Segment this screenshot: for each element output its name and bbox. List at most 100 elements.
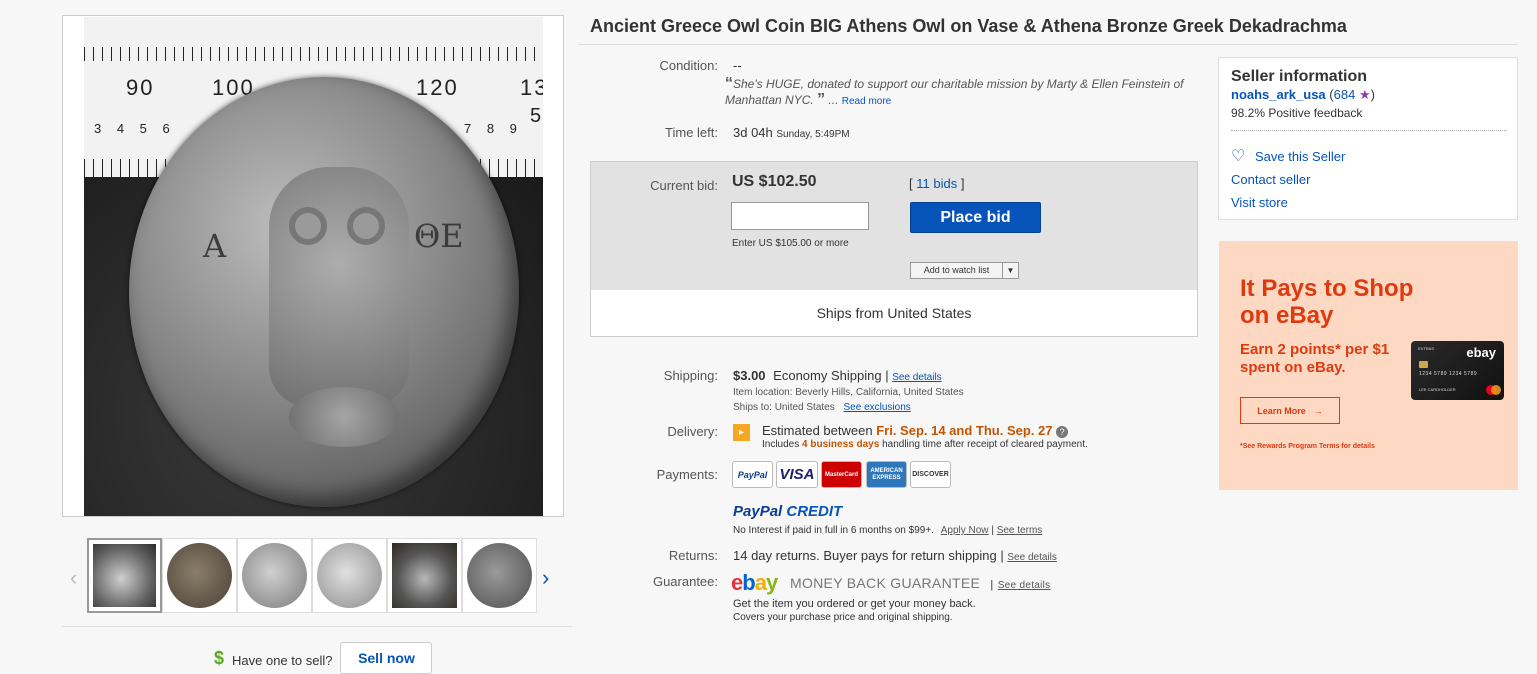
ruler-number: 120 bbox=[416, 75, 459, 100]
visit-store-link[interactable]: Visit store bbox=[1231, 195, 1288, 210]
paypal-logo-icon: PayPal bbox=[732, 461, 773, 488]
heart-icon[interactable]: ♡ bbox=[1231, 148, 1245, 165]
chevron-right-icon[interactable]: › bbox=[542, 565, 549, 591]
bids-history-link[interactable]: 11 bids bbox=[916, 176, 957, 191]
thumbnail[interactable] bbox=[462, 538, 537, 613]
current-bid-value: US $102.50 bbox=[732, 173, 817, 190]
end-time: Sunday, 5:49PM bbox=[776, 129, 850, 140]
main-product-image[interactable]: 90 100 120 13 3 4 5 6 7 8 9 5 Α ΘΕ bbox=[84, 17, 543, 516]
delivery-estimate: Estimated between Fri. Sep. 14 and Thu. … bbox=[762, 423, 1069, 438]
contact-seller-link[interactable]: Contact seller bbox=[1231, 172, 1310, 187]
bid-box: Current bid: US $102.50 Enter US $105.00… bbox=[590, 161, 1198, 337]
listing-title: Ancient Greece Owl Coin BIG Athens Owl o… bbox=[590, 16, 1347, 36]
seller-name-link[interactable]: noahs_ark_usa bbox=[1231, 87, 1326, 102]
read-more-link[interactable]: Read more bbox=[842, 96, 891, 107]
positive-feedback: 98.2% Positive feedback bbox=[1231, 106, 1363, 120]
amphora-relief bbox=[289, 387, 399, 447]
seller-info-panel: Seller information noahs_ark_usa (684 ★)… bbox=[1218, 57, 1518, 220]
divider bbox=[62, 626, 572, 627]
watch-list-label[interactable]: Add to watch list bbox=[911, 263, 1002, 278]
bid-amount-input[interactable] bbox=[731, 202, 869, 230]
ebay-logo-icon: ebay bbox=[731, 570, 778, 595]
shipping-label: Shipping: bbox=[663, 368, 718, 383]
thumbnail[interactable] bbox=[237, 538, 312, 613]
visa-logo-icon: VISA bbox=[776, 461, 818, 488]
current-bid-label: Current bid: bbox=[650, 178, 718, 193]
place-bid-button[interactable]: Place bid bbox=[910, 202, 1041, 233]
help-icon[interactable]: ? bbox=[1056, 425, 1069, 438]
seller-note-text: She's HUGE, donated to support our chari… bbox=[725, 77, 1184, 107]
shipping-details-link[interactable]: See details bbox=[892, 372, 941, 383]
bid-count: [ 11 bids ] bbox=[909, 176, 965, 191]
divider bbox=[578, 44, 1518, 45]
paypal-credit-info: No Interest if paid in full in 6 months … bbox=[733, 525, 1043, 536]
thumbnail[interactable] bbox=[312, 538, 387, 613]
see-exclusions-link[interactable]: See exclusions bbox=[844, 402, 911, 413]
coin-inscription: Α bbox=[203, 227, 227, 265]
returns-details-link[interactable]: See details bbox=[1007, 552, 1056, 563]
ebay-card-logo: ebay bbox=[1466, 345, 1496, 360]
mastercard-logo-icon: MasterCard bbox=[821, 461, 862, 488]
item-location: Item location: Beverly Hills, California… bbox=[733, 387, 964, 398]
time-left-label: Time left: bbox=[665, 125, 718, 140]
main-image-frame[interactable]: 90 100 120 13 3 4 5 6 7 8 9 5 Α ΘΕ bbox=[62, 15, 564, 517]
amex-logo-icon: AMERICAN EXPRESS bbox=[866, 461, 907, 488]
shipping-method: Economy Shipping bbox=[773, 368, 882, 383]
condition-label: Condition: bbox=[659, 58, 718, 73]
handling-time: Includes 4 business days handling time a… bbox=[762, 439, 1088, 450]
rewards-ad[interactable]: It Pays to Shop on eBay Earn 2 points* p… bbox=[1219, 241, 1518, 490]
ruler-number: 5 bbox=[530, 105, 543, 127]
ruler-small-numbers: 7 8 9 bbox=[464, 121, 523, 136]
min-bid-hint: Enter US $105.00 or more bbox=[732, 238, 849, 249]
time-left-value: 3d 04h bbox=[733, 125, 773, 140]
ruler-small-numbers: 3 4 5 6 bbox=[94, 121, 176, 136]
thumbnail[interactable] bbox=[387, 538, 462, 613]
discover-logo-icon: DISCOVER bbox=[910, 461, 951, 488]
seller-heading: Seller information bbox=[1231, 68, 1368, 85]
flag-icon: ▸ bbox=[733, 424, 750, 441]
save-seller[interactable]: ♡ Save this Seller bbox=[1231, 146, 1345, 166]
time-left: 3d 04h Sunday, 5:49PM bbox=[733, 125, 850, 140]
ruler-number: 13 bbox=[520, 75, 543, 100]
seller-note: “She's HUGE, donated to support our char… bbox=[725, 75, 1184, 108]
ad-fine-print: *See Rewards Program Terms for details bbox=[1240, 443, 1375, 450]
dollar-icon: $ bbox=[214, 647, 225, 668]
ships-to: Ships to: United States See exclusions bbox=[733, 402, 911, 413]
divider bbox=[1231, 130, 1507, 131]
coin-inscription: ΘΕ bbox=[414, 217, 464, 255]
shipping-cost: $3.00 bbox=[733, 368, 766, 383]
star-icon: ★ bbox=[1358, 87, 1371, 102]
sell-now-button[interactable]: Sell now bbox=[340, 642, 433, 674]
shipping-info: $3.00 Economy Shipping | See details bbox=[733, 368, 942, 383]
seller-name: noahs_ark_usa (684 ★) bbox=[1231, 87, 1375, 102]
coin: Α ΘΕ bbox=[129, 77, 519, 507]
paypal-credit-logo: PayPal CREDIT bbox=[733, 503, 843, 520]
learn-more-button[interactable]: Learn More → bbox=[1240, 397, 1340, 424]
sell-prompt: $ Have one to sell? Sell now bbox=[214, 642, 433, 674]
dropdown-arrow-icon[interactable]: ▼ bbox=[1002, 263, 1018, 278]
condition-value: -- bbox=[733, 58, 742, 73]
save-seller-link[interactable]: Save this Seller bbox=[1255, 149, 1345, 164]
delivery-dates: Fri. Sep. 14 and Thu. Sep. 27 bbox=[876, 423, 1053, 438]
thumbnail[interactable] bbox=[162, 538, 237, 613]
thumbnail[interactable] bbox=[87, 538, 162, 613]
guarantee-line-2: Covers your purchase price and original … bbox=[733, 612, 953, 623]
arrow-right-icon: → bbox=[1313, 405, 1323, 416]
apply-now-link[interactable]: Apply Now bbox=[941, 525, 989, 536]
watch-list-button[interactable]: Add to watch list ▼ bbox=[910, 262, 1019, 279]
owl-relief bbox=[269, 167, 409, 407]
feedback-score-link[interactable]: 684 bbox=[1334, 87, 1356, 102]
guarantee-details-link[interactable]: See details bbox=[998, 580, 1051, 591]
guarantee-line-1: Get the item you ordered or get your mon… bbox=[733, 598, 976, 610]
payments-label: Payments: bbox=[656, 467, 718, 482]
sell-question: Have one to sell? bbox=[232, 652, 333, 668]
ad-subtext: Earn 2 points* per $1 spent on eBay. bbox=[1240, 341, 1390, 376]
chevron-left-icon[interactable]: ‹ bbox=[70, 565, 77, 591]
money-back-guarantee: MONEY BACK GUARANTEE | See details bbox=[790, 575, 1051, 591]
credit-card-image: EXTRAS ebay 1234 5789 1234 5789 LEE CARD… bbox=[1411, 341, 1504, 400]
returns-label: Returns: bbox=[668, 548, 718, 563]
see-terms-link[interactable]: See terms bbox=[997, 525, 1043, 536]
ad-headline: It Pays to Shop on eBay bbox=[1240, 275, 1414, 329]
returns-info: 14 day returns. Buyer pays for return sh… bbox=[733, 548, 1057, 563]
delivery-label: Delivery: bbox=[667, 424, 718, 439]
